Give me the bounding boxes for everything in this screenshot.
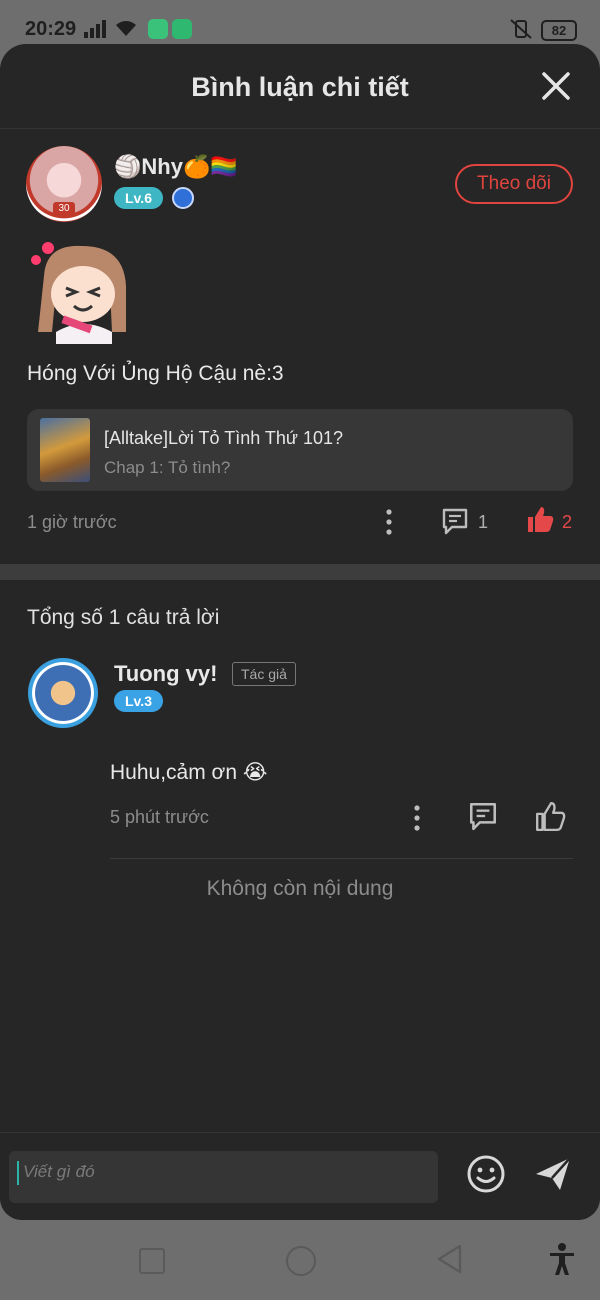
app-notification-icon xyxy=(172,19,192,39)
wifi-icon xyxy=(116,21,136,36)
comment-text: Hóng Với Ủng Hộ Cậu nè:3 xyxy=(27,362,284,385)
sticker-image xyxy=(31,242,126,344)
app-notification-icon xyxy=(148,19,168,39)
level-badge: Lv.6 xyxy=(114,187,163,209)
more-options-icon[interactable] xyxy=(384,508,394,536)
sheet-header: Bình luận chi tiết xyxy=(0,44,600,129)
home-button[interactable] xyxy=(286,1246,316,1276)
text-caret xyxy=(17,1161,19,1185)
reply-icon[interactable] xyxy=(467,800,499,832)
reply-text: Huhu,cảm ơn 😭 xyxy=(110,761,268,784)
avatar[interactable]: 30 xyxy=(26,146,102,222)
close-icon[interactable] xyxy=(538,68,574,104)
level-badge: Lv.3 xyxy=(114,690,163,712)
section-divider xyxy=(0,564,600,580)
comment-input-placeholder: Viết gì đó xyxy=(23,1162,95,1181)
story-cover-image xyxy=(40,418,90,482)
accessibility-icon[interactable] xyxy=(548,1242,576,1276)
system-nav-bar xyxy=(0,1220,600,1300)
vibrate-off-icon xyxy=(510,19,532,39)
avatar[interactable] xyxy=(28,658,98,728)
author-tag: Tác giả xyxy=(232,662,296,686)
page-title: Bình luận chi tiết xyxy=(191,72,409,102)
reply-username[interactable]: Tuong vy! xyxy=(114,661,217,687)
story-title: [Alltake]Lời Tỏ Tình Thứ 101? xyxy=(104,428,343,448)
comment-detail-sheet: Bình luận chi tiết 30 🏐Nhy🍊🏳️‍🌈 Lv.6 The… xyxy=(0,44,600,1220)
reply-count: 1 xyxy=(478,512,489,532)
battery-icon: 82 xyxy=(541,20,577,41)
reply-divider xyxy=(110,858,573,859)
back-icon[interactable] xyxy=(436,1244,462,1274)
comment-timestamp: 1 giờ trước xyxy=(27,512,117,532)
signal-icon xyxy=(84,20,106,38)
total-replies-label: Tổng số 1 câu trả lời xyxy=(27,606,220,629)
avatar-frame-badge: 30 xyxy=(53,202,75,216)
comment-input[interactable]: Viết gì đó xyxy=(9,1151,438,1203)
follow-button[interactable]: Theo dõi xyxy=(455,164,573,204)
more-options-icon[interactable] xyxy=(412,804,422,832)
like-count: 2 xyxy=(562,512,573,532)
reply-timestamp: 5 phút trước xyxy=(110,807,209,827)
send-icon[interactable] xyxy=(534,1156,572,1192)
comment-composer: Viết gì đó xyxy=(0,1132,600,1220)
comment-username[interactable]: 🏐Nhy🍊🏳️‍🌈 xyxy=(114,154,238,180)
story-link-card[interactable]: [Alltake]Lời Tỏ Tình Thứ 101? Chap 1: Tỏ… xyxy=(27,409,573,491)
thumbs-up-icon[interactable] xyxy=(534,800,566,832)
emoji-icon[interactable] xyxy=(466,1154,506,1194)
gem-icon xyxy=(172,187,194,209)
recent-apps-button[interactable] xyxy=(139,1248,165,1274)
end-of-content-label: Không còn nội dung xyxy=(206,877,394,900)
reply-icon[interactable] xyxy=(440,506,470,536)
status-time: 20:29 xyxy=(25,18,77,40)
story-chapter: Chap 1: Tỏ tình? xyxy=(104,458,231,477)
thumbs-up-icon[interactable] xyxy=(525,504,555,534)
